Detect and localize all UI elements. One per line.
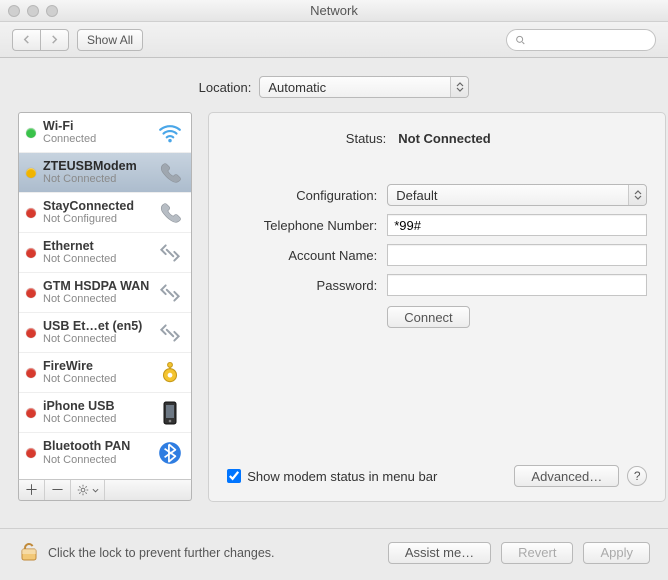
location-label: Location: — [199, 80, 252, 95]
connect-button[interactable]: Connect — [387, 306, 469, 328]
configuration-popup[interactable]: Default — [387, 184, 647, 206]
interface-status: Not Connected — [43, 253, 149, 265]
ethernet-icon — [156, 279, 184, 307]
interface-name: GTM HSDPA WAN — [43, 280, 149, 294]
sidebar-item-stayconnected[interactable]: StayConnectedNot Configured — [19, 193, 191, 233]
password-label: Password: — [227, 278, 377, 293]
help-button[interactable]: ? — [627, 466, 647, 486]
search-input[interactable] — [530, 32, 647, 48]
updown-arrows-icon — [450, 77, 468, 97]
telephone-label: Telephone Number: — [227, 218, 377, 233]
toolbar: Show All — [0, 22, 668, 58]
footer: Click the lock to prevent further change… — [0, 528, 668, 580]
show-modem-status-input[interactable] — [227, 469, 241, 483]
gear-icon — [76, 483, 90, 497]
interface-status: Not Connected — [43, 413, 149, 425]
updown-arrows-icon — [628, 185, 646, 205]
search-icon — [515, 34, 526, 46]
forward-button[interactable] — [40, 29, 69, 51]
interface-name: USB Et…et (en5) — [43, 320, 149, 334]
remove-interface-button[interactable]: － — [45, 480, 71, 500]
status-dot-icon — [26, 128, 36, 138]
ethernet-icon — [156, 319, 184, 347]
ethernet-icon — [156, 239, 184, 267]
sidebar-item-wi-fi[interactable]: Wi-FiConnected — [19, 113, 191, 153]
status-dot-icon — [26, 408, 36, 418]
zoom-window-icon[interactable] — [46, 5, 58, 17]
advanced-button[interactable]: Advanced… — [514, 465, 619, 487]
sidebar-item-gtm-hsdpa-wan[interactable]: GTM HSDPA WANNot Connected — [19, 273, 191, 313]
sidebar-item-usb-et-et-en5-[interactable]: USB Et…et (en5)Not Connected — [19, 313, 191, 353]
wifi-icon — [156, 119, 184, 147]
iphone-icon — [156, 399, 184, 427]
assist-me-button[interactable]: Assist me… — [388, 542, 491, 564]
telephone-input[interactable] — [387, 214, 647, 236]
chevron-down-icon — [92, 488, 99, 493]
status-dot-icon — [26, 248, 36, 258]
status-dot-icon — [26, 288, 36, 298]
interface-status: Not Connected — [43, 333, 149, 345]
sidebar-item-iphone-usb[interactable]: iPhone USBNot Connected — [19, 393, 191, 433]
status-value: Not Connected — [398, 131, 638, 146]
interfaces-list: Wi-FiConnectedZTEUSBModemNot ConnectedSt… — [18, 112, 192, 480]
status-dot-icon — [26, 168, 36, 178]
interface-status: Not Connected — [43, 454, 149, 466]
bluetooth-icon — [156, 439, 184, 467]
nav-segmented-back-forward — [12, 29, 69, 51]
interface-name: Wi-Fi — [43, 120, 149, 134]
close-window-icon[interactable] — [8, 5, 20, 17]
sidebar-footer: ＋ － — [18, 479, 192, 501]
interface-status: Not Connected — [43, 293, 149, 305]
interface-name: StayConnected — [43, 200, 149, 214]
show-modem-status-label: Show modem status in menu bar — [247, 469, 437, 484]
configuration-label: Configuration: — [227, 188, 377, 203]
lock-text: Click the lock to prevent further change… — [48, 546, 275, 560]
interface-name: ZTEUSBModem — [43, 160, 149, 174]
interface-status: Not Connected — [43, 373, 149, 385]
interface-name: FireWire — [43, 360, 149, 374]
titlebar: Network — [0, 0, 668, 22]
revert-button[interactable]: Revert — [501, 542, 573, 564]
interface-name: iPhone USB — [43, 400, 149, 414]
chevron-left-icon — [22, 35, 31, 44]
show-all-button[interactable]: Show All — [77, 29, 143, 51]
lock-icon[interactable] — [18, 539, 40, 566]
minimize-window-icon[interactable] — [27, 5, 39, 17]
location-value: Automatic — [268, 80, 326, 95]
status-label: Status: — [236, 131, 386, 146]
firewire-icon — [156, 359, 184, 387]
add-interface-button[interactable]: ＋ — [19, 480, 45, 500]
show-modem-status-checkbox[interactable]: Show modem status in menu bar — [227, 469, 437, 484]
interface-actions-button[interactable] — [71, 480, 105, 500]
window-title: Network — [0, 3, 668, 18]
status-dot-icon — [26, 368, 36, 378]
sidebar-item-zteusbmodem[interactable]: ZTEUSBModemNot Connected — [19, 153, 191, 193]
location-popup[interactable]: Automatic — [259, 76, 469, 98]
status-dot-icon — [26, 328, 36, 338]
apply-button[interactable]: Apply — [583, 542, 650, 564]
status-dot-icon — [26, 208, 36, 218]
back-button[interactable] — [12, 29, 40, 51]
chevron-right-icon — [50, 35, 59, 44]
sidebar-item-bluetooth-pan[interactable]: Bluetooth PANNot Connected — [19, 433, 191, 473]
interface-status: Not Connected — [43, 173, 149, 185]
status-dot-icon — [26, 448, 36, 458]
configuration-value: Default — [396, 188, 437, 203]
account-name-label: Account Name: — [227, 248, 377, 263]
phone-icon — [156, 159, 184, 187]
interface-name: Bluetooth PAN — [43, 440, 149, 454]
detail-panel: Status: Not Connected Configuration: Def… — [208, 112, 666, 502]
password-input[interactable] — [387, 274, 647, 296]
interface-name: Ethernet — [43, 240, 149, 254]
sidebar-item-firewire[interactable]: FireWireNot Connected — [19, 353, 191, 393]
interface-status: Not Configured — [43, 213, 149, 225]
phone-gray-icon — [156, 199, 184, 227]
interface-status: Connected — [43, 133, 149, 145]
search-field[interactable] — [506, 29, 656, 51]
location-row: Location: Automatic — [0, 58, 668, 112]
account-name-input[interactable] — [387, 244, 647, 266]
sidebar-item-ethernet[interactable]: EthernetNot Connected — [19, 233, 191, 273]
